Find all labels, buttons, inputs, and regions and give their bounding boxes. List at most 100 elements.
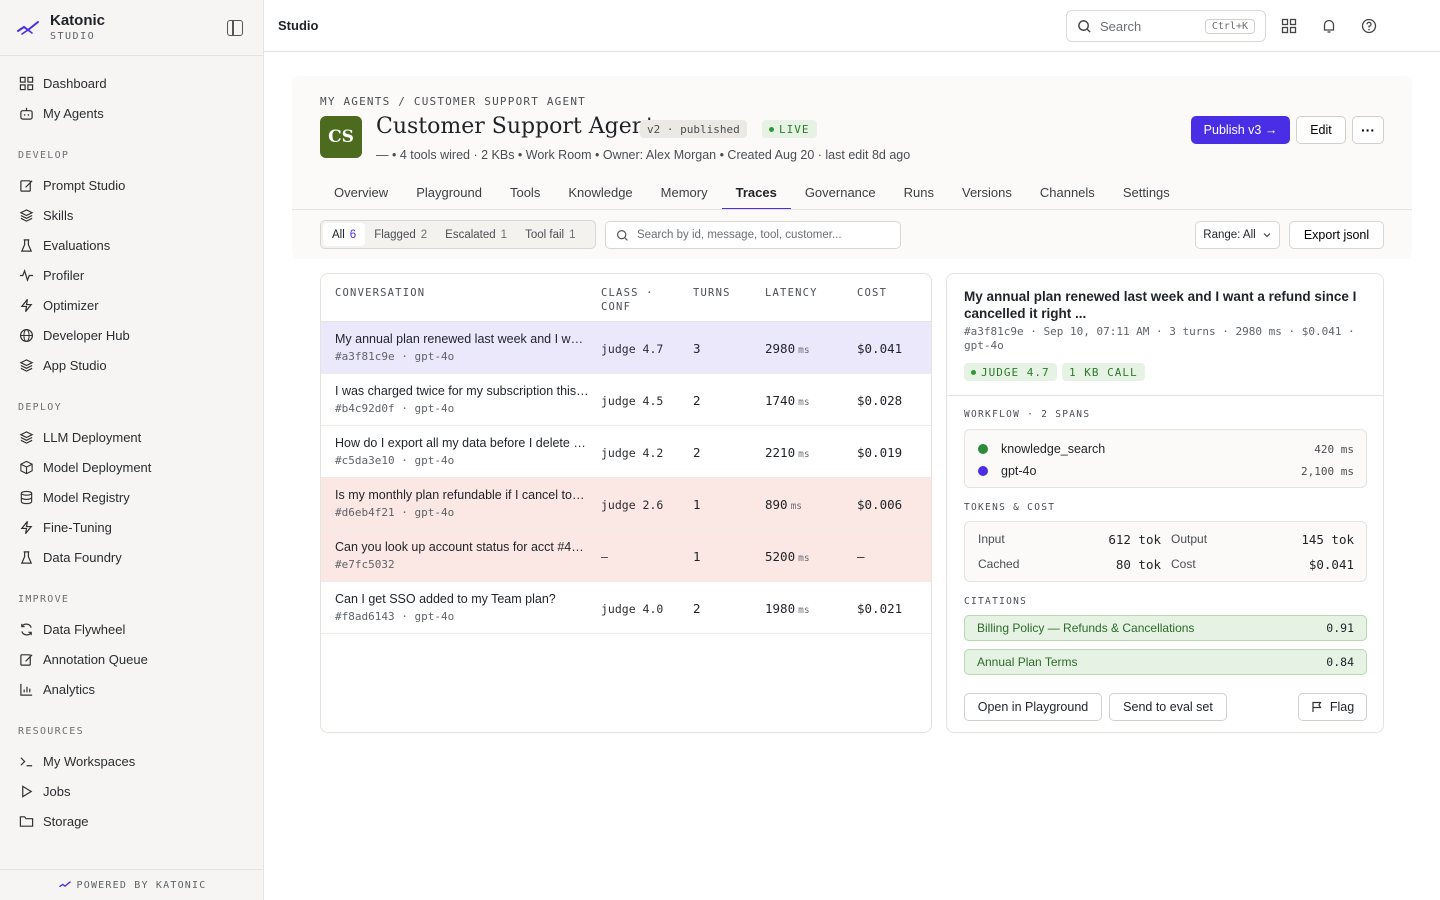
flag-button[interactable]: Flag (1298, 693, 1367, 721)
trace-search-input[interactable]: Search by id, message, tool, customer... (605, 221, 901, 249)
global-search[interactable]: Search Ctrl+K (1066, 10, 1266, 42)
powered-by-text: POWERED BY KATONIC (76, 879, 207, 891)
row-cost: $0.028 (857, 393, 903, 408)
span-name: gpt-4o (1001, 464, 1037, 478)
sidebar-item-label: Dashboard (43, 75, 107, 91)
trace-detail-meta: #a3f81c9e · Sep 10, 07:11 AM · 3 turns ·… (964, 325, 1355, 352)
row-latency: 2210 ms (765, 445, 810, 460)
sidebar-item-profiler[interactable]: Profiler (0, 260, 263, 290)
tab-memory[interactable]: Memory (647, 178, 722, 210)
row-turns: 2 (693, 393, 701, 408)
more-options-button[interactable]: ··· (1352, 116, 1384, 144)
breadcrumb[interactable]: MY AGENTS / CUSTOMER SUPPORT AGENT (320, 95, 586, 108)
open-playground-button[interactable]: Open in Playground (964, 693, 1102, 721)
sidebar-item-dashboard[interactable]: Dashboard (0, 68, 263, 98)
sidebar-item-app-studio[interactable]: App Studio (0, 350, 263, 380)
filter-chip-all[interactable]: All 6 (323, 223, 366, 246)
tab-runs[interactable]: Runs (890, 178, 948, 210)
filter-chip-escalated[interactable]: Escalated 1 (436, 223, 516, 246)
row-latency-value: 2980 (765, 341, 796, 356)
tab-traces[interactable]: Traces (721, 178, 791, 210)
chevron-down-icon (1263, 233, 1271, 238)
table-row[interactable]: I was charged twice for my subscription … (321, 374, 931, 426)
sidebar-item-storage[interactable]: Storage (0, 806, 263, 836)
range-select[interactable]: Range: All (1195, 221, 1280, 249)
detail-divider (947, 395, 1383, 396)
sidebar-item-label: Data Flywheel (43, 621, 126, 637)
sidebar-item-developer-hub[interactable]: Developer Hub (0, 320, 263, 350)
table-row[interactable]: Is my monthly plan refundable if I cance… (321, 478, 931, 530)
sidebar-item-label: Profiler (43, 267, 85, 283)
tab-versions[interactable]: Versions (948, 178, 1026, 210)
tab-playground[interactable]: Playground (402, 178, 496, 210)
sidebar-item-jobs[interactable]: Jobs (0, 776, 263, 806)
edit-button[interactable]: Edit (1296, 116, 1346, 144)
sidebar-item-model-deployment[interactable]: Model Deployment (0, 452, 263, 482)
workflow-span[interactable]: knowledge_search 420 ms (978, 440, 1354, 458)
sidebar-item-label: Annotation Queue (43, 651, 148, 667)
search-icon (617, 229, 628, 241)
row-latency: 1740 ms (765, 393, 810, 408)
row-latency: 5200 ms (765, 549, 810, 564)
tab-governance[interactable]: Governance (791, 178, 890, 210)
sidebar-item-analytics[interactable]: Analytics (0, 674, 263, 704)
sidebar-item-skills[interactable]: Skills (0, 200, 263, 230)
table-row[interactable]: My annual plan renewed last week and I w… (321, 322, 931, 374)
sidebar-item-my-workspaces[interactable]: My Workspaces (0, 746, 263, 776)
table-row[interactable]: Can I get SSO added to my Team plan? #f8a… (321, 582, 931, 634)
agent-tabs: Overview Playground Tools Knowledge Memory Tr… (320, 178, 1184, 210)
row-message: Can I get SSO added to my Team plan? (335, 592, 556, 606)
workflow-spans: knowledge_search 420 ms gpt-4o 2,100 ms (964, 429, 1367, 488)
nav-section-deploy: DEPLOY (18, 402, 62, 413)
apps-grid-icon[interactable] (1280, 17, 1298, 35)
bell-icon[interactable] (1320, 17, 1338, 35)
row-message: I was charged twice for my subscription … (335, 384, 590, 398)
citation-item[interactable]: Billing Policy — Refunds & Cancellations… (964, 615, 1367, 641)
sidebar-item-llm-deployment[interactable]: LLM Deployment (0, 422, 263, 452)
filter-chip-label: Tool fail (525, 228, 565, 241)
sidebar-item-evaluations[interactable]: Evaluations (0, 230, 263, 260)
table-row[interactable]: Can you look up account status for acct … (321, 530, 931, 582)
cached-tokens-value: 80 tok (1115, 557, 1161, 572)
row-turns: 3 (693, 341, 701, 356)
citation-item[interactable]: Annual Plan Terms 0.84 (964, 649, 1367, 675)
folder-icon (18, 813, 34, 829)
sidebar-item-label: Storage (43, 813, 89, 829)
tab-knowledge[interactable]: Knowledge (554, 178, 646, 210)
agent-header: MY AGENTS / CUSTOMER SUPPORT AGENT CS Cu… (292, 76, 1412, 259)
flag-icon (1312, 701, 1322, 712)
judge-dot-icon (971, 369, 976, 375)
sidebar-item-model-registry[interactable]: Model Registry (0, 482, 263, 512)
row-class: — (601, 550, 608, 564)
tab-channels[interactable]: Channels (1026, 178, 1109, 210)
export-jsonl-button[interactable]: Export jsonl (1289, 221, 1384, 249)
send-eval-button[interactable]: Send to eval set (1109, 693, 1227, 721)
publish-button[interactable]: Publish v3 → (1191, 116, 1290, 144)
table-row[interactable]: How do I export all my data before I del… (321, 426, 931, 478)
sidebar-item-data-flywheel[interactable]: Data Flywheel (0, 614, 263, 644)
sidebar-item-prompt-studio[interactable]: Prompt Studio (0, 170, 263, 200)
row-class: judge 4.5 (601, 394, 664, 408)
flask-icon (18, 549, 34, 565)
filter-chip-label: Escalated (445, 228, 496, 241)
row-cost: — (857, 549, 865, 564)
tab-settings[interactable]: Settings (1109, 178, 1184, 210)
row-latency-unit: ms (798, 449, 810, 460)
row-class: judge 2.6 (601, 498, 664, 512)
sidebar-item-fine-tuning[interactable]: Fine-Tuning (0, 512, 263, 542)
live-badge-label: LIVE (779, 122, 810, 136)
sidebar-item-data-foundry[interactable]: Data Foundry (0, 542, 263, 572)
sidebar-item-annotation-queue[interactable]: Annotation Queue (0, 644, 263, 674)
help-icon[interactable] (1360, 17, 1378, 35)
sidebar-collapse-icon[interactable] (227, 20, 243, 36)
sidebar-item-my-agents[interactable]: My Agents (0, 98, 263, 128)
tab-tools[interactable]: Tools (496, 178, 554, 210)
range-select-label: Range: All (1203, 229, 1256, 241)
workflow-span[interactable]: gpt-4o 2,100 ms (978, 462, 1354, 480)
tab-overview[interactable]: Overview (320, 178, 402, 210)
filter-chip-tool-fail[interactable]: Tool fail 1 (516, 223, 584, 246)
sidebar-item-optimizer[interactable]: Optimizer (0, 290, 263, 320)
col-class-line1: CLASS · (601, 287, 654, 299)
version-badge: v2 · published (640, 120, 747, 138)
filter-chip-flagged[interactable]: Flagged 2 (365, 223, 436, 246)
